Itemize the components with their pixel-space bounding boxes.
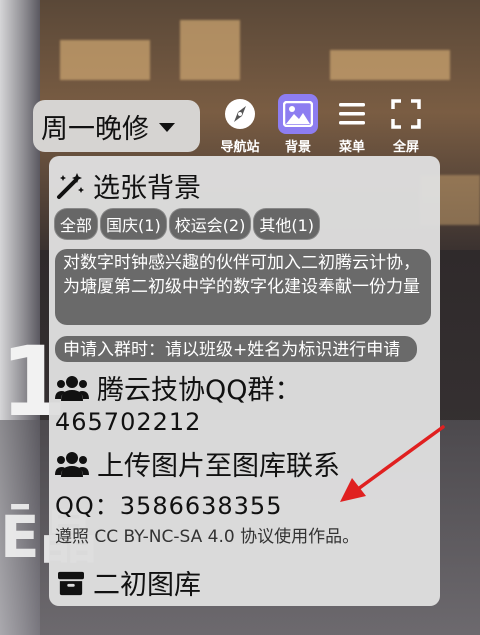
license-text: 遵照 CC BY-NC-SA 4.0 协议使用作品。: [55, 527, 360, 547]
qq-group-row: 腾云技协QQ群：: [55, 368, 302, 407]
compass-icon: [220, 94, 260, 134]
menu-button[interactable]: 菜单: [326, 94, 378, 156]
panel-title-row: 选张背景: [55, 166, 201, 205]
caret-down-icon: [159, 123, 175, 132]
menu-icon: [332, 94, 372, 134]
qq-group-title: 腾云技协QQ群：: [97, 375, 302, 406]
image-icon: [278, 94, 318, 134]
club-notice: 对数字时钟感兴趣的伙伴可加入二初腾云计协，为塘厦第二初级中学的数字化建设奉献一份…: [55, 249, 431, 325]
archive-icon: [58, 571, 84, 595]
qq-group-number: 465702212: [55, 408, 202, 436]
users-icon: [55, 451, 89, 477]
fullscreen-button[interactable]: 全屏: [380, 94, 432, 156]
magic-wand-icon: [57, 172, 84, 199]
users-icon: [55, 375, 89, 401]
chip-national-day[interactable]: 国庆(1): [101, 209, 166, 239]
background-panel: 选张背景 全部 国庆(1) 校运会(2) 其他(1) 对数字时钟感兴趣的伙伴可加…: [49, 156, 440, 606]
nav-site-button[interactable]: 导航站: [214, 94, 266, 156]
chip-sports-meet[interactable]: 校运会(2): [169, 209, 251, 239]
category-chips: 全部 国庆(1) 校运会(2) 其他(1): [55, 209, 320, 239]
gallery-title: 二初图库: [93, 570, 201, 601]
upload-row: 上传图片至图库联系: [55, 444, 340, 483]
fullscreen-icon: [386, 94, 426, 134]
upload-qq: QQ：3586638355: [55, 492, 283, 520]
background-button[interactable]: 背景: [272, 94, 324, 156]
upload-title: 上传图片至图库联系: [97, 451, 340, 482]
panel-title: 选张背景: [93, 173, 201, 204]
join-notice: 申请入群时：请以班级+姓名为标识进行申请: [55, 336, 417, 362]
schedule-label: 周一晚修: [41, 113, 149, 145]
chip-other[interactable]: 其他(1): [254, 209, 320, 239]
chip-all[interactable]: 全部: [55, 209, 98, 239]
gallery-link[interactable]: 二初图库: [57, 563, 201, 602]
schedule-dropdown[interactable]: 周一晚修: [33, 100, 200, 152]
